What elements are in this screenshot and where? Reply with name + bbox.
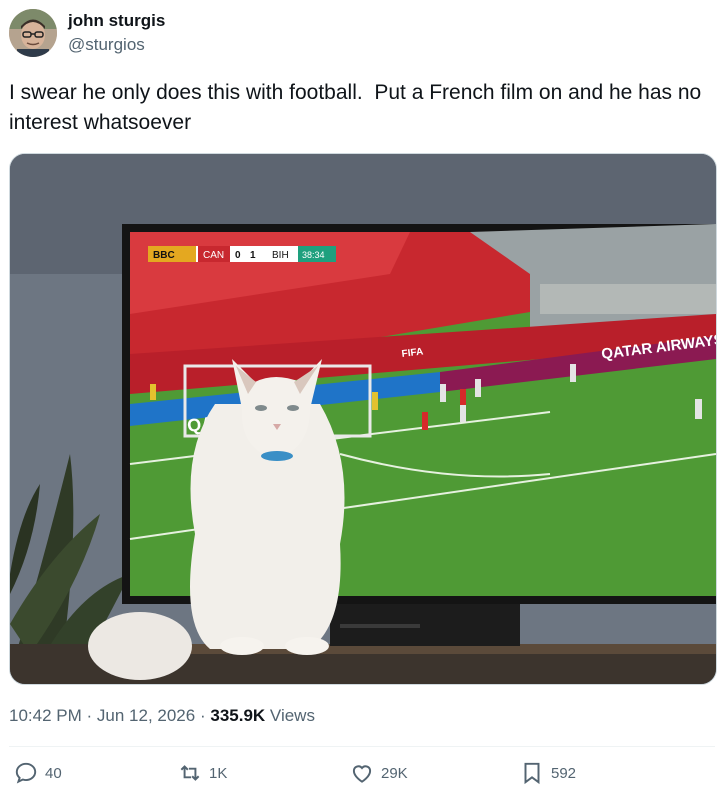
- reply-icon: [15, 762, 37, 784]
- avatar-image: [9, 9, 57, 57]
- bookmark-icon: [524, 762, 540, 785]
- scoreboard-team-home: CAN: [203, 250, 224, 261]
- tweet-time[interactable]: 10:42 PM: [9, 706, 82, 725]
- scoreboard-team-away: BIH: [272, 250, 289, 261]
- reply-button[interactable]: 40: [13, 760, 62, 786]
- photo-scene: BBC CAN 0 1 BIH 38:34 QATAR AIRWAYS FIFA…: [10, 154, 716, 684]
- views-label: Views: [269, 706, 315, 725]
- repost-button[interactable]: 1K: [177, 760, 227, 786]
- tv-scoreboard: BBC CAN 0 1 BIH 38:34: [148, 246, 336, 262]
- repost-count: 1K: [209, 764, 228, 782]
- scoreboard-clock: 38:34: [302, 250, 325, 260]
- heart-icon: [352, 765, 372, 783]
- author-handle[interactable]: @sturgios: [68, 34, 165, 56]
- tweet-meta: 10:42 PM · Jun 12, 2026 · 335.9K Views: [9, 704, 315, 728]
- author-display-name[interactable]: john sturgis: [68, 10, 165, 32]
- repost-icon: [180, 765, 200, 781]
- reply-count: 40: [45, 764, 62, 782]
- scoreboard-broadcaster: BBC: [153, 250, 175, 261]
- meta-separator: ·: [86, 706, 93, 725]
- tweet: john sturgis @sturgios I swear he only d…: [0, 0, 724, 799]
- author-block: john sturgis @sturgios: [68, 10, 165, 56]
- bookmark-count: 592: [551, 764, 577, 782]
- action-bar: 40 1K 29K 592: [9, 760, 709, 796]
- like-button[interactable]: 29K: [349, 760, 408, 786]
- tweet-text: I swear he only does this with football.…: [9, 81, 708, 134]
- scoreboard-score-home: 0: [235, 250, 241, 261]
- tweet-date[interactable]: Jun 12, 2026: [97, 706, 195, 725]
- author-avatar[interactable]: [9, 9, 57, 57]
- tweet-photo[interactable]: BBC CAN 0 1 BIH 38:34 QATAR AIRWAYS FIFA…: [9, 153, 717, 685]
- meta-separator: ·: [199, 706, 206, 725]
- scoreboard-score-away: 1: [250, 250, 256, 261]
- views-count: 335.9K: [210, 706, 266, 725]
- like-count: 29K: [381, 764, 408, 782]
- bookmark-button[interactable]: 592: [519, 760, 576, 786]
- divider: [9, 746, 715, 747]
